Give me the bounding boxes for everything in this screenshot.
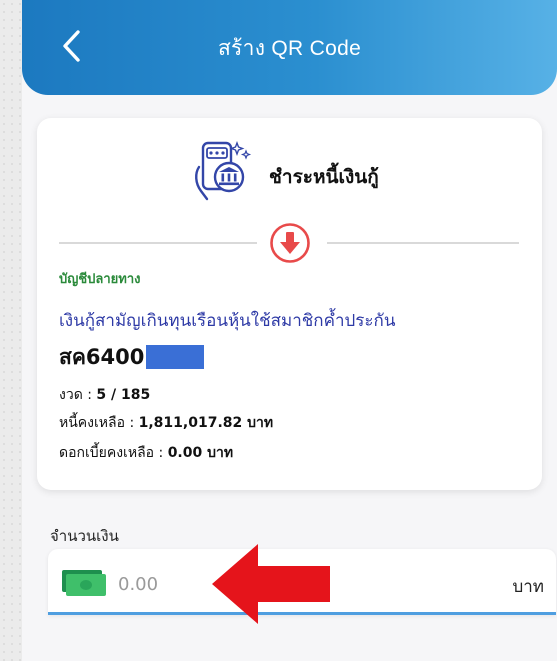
arrow-down-circle-icon	[270, 223, 310, 263]
balance-label: หนี้คงเหลือ :	[59, 415, 135, 431]
installment-label: งวด :	[59, 387, 92, 403]
account-number-text: สค6400	[59, 344, 145, 369]
header-bar: สร้าง QR Code	[22, 0, 557, 95]
annotation-arrow-icon	[212, 544, 330, 624]
page-title: สร้าง QR Code	[217, 37, 362, 60]
loan-type-name: เงินกู้สามัญเกินทุนเรือนหุ้นใช้สมาชิกค้ำ…	[59, 311, 396, 331]
divider-left	[59, 242, 257, 244]
destination-account-label: บัญชีปลายทาง	[59, 272, 141, 287]
app-screen: สร้าง QR Code ชำระหนี้เงินกู้ บัญชีปลายท…	[22, 0, 557, 661]
balance-row: หนี้คงเหลือ : 1,811,017.82 บาท	[59, 412, 273, 434]
loan-payment-card: ชำระหนี้เงินกู้ บัญชีปลายทาง เงินกู้สามั…	[37, 118, 542, 490]
interest-row: ดอกเบี้ยคงเหลือ : 0.00 บาท	[59, 442, 233, 464]
interest-label: ดอกเบี้ยคงเหลือ :	[59, 445, 164, 461]
service-title: ชำระหนี้เงินกู้	[269, 166, 379, 188]
interest-value: 0.00 บาท	[167, 445, 234, 461]
cash-icon	[62, 570, 106, 596]
account-number: สค6400	[59, 344, 205, 370]
bank-payment-icon	[195, 141, 252, 201]
divider-right	[327, 242, 519, 244]
installment-row: งวด : 5 / 185	[59, 384, 150, 406]
account-number-redaction	[146, 345, 205, 369]
balance-value: 1,811,017.82 บาท	[138, 415, 274, 431]
installment-value: 5 / 185	[96, 387, 151, 403]
amount-label: จำนวนเงิน	[50, 527, 119, 545]
currency-label: บาท	[512, 577, 544, 597]
